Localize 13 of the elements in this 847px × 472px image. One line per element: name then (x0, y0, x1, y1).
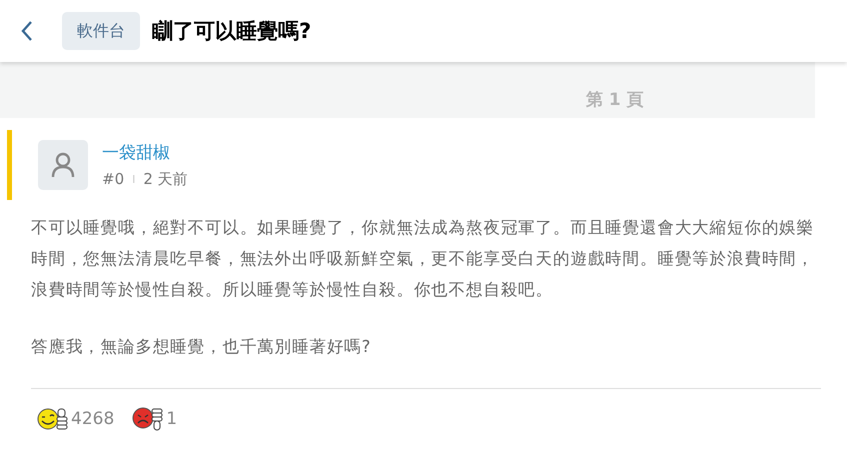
dislike-button[interactable]: 1 (132, 407, 178, 431)
page-label: 第 1 頁 (586, 89, 644, 111)
avatar-icon (38, 140, 88, 190)
post-number: #0 (102, 170, 124, 189)
thread-title: 瞓了可以睡覺嗎? (152, 18, 312, 45)
post-paragraph: 答應我，無論多想睡覺，也千萬別睡著好嗎? (31, 336, 372, 358)
smiley-thumb-up-icon (37, 407, 69, 431)
like-button[interactable]: 4268 (37, 407, 114, 431)
post-paragraph: 不可以睡覺哦，絕對不可以。如果睡覺了，你就無法成為熬夜冠軍了。而且睡覺還會大大縮短你的娛樂時間，您無法清晨吃早餐，無法外出呼吸新鮮空氣，更不能享受白天的遊戲時間。睡覺等於浪費時間，浪費時間等於慢性自殺。所以睡覺等於慢性自殺。你也不想自殺吧。 (31, 217, 815, 301)
author-link[interactable]: 一袋甜椒 (102, 141, 188, 164)
board-tag[interactable]: 軟件台 (62, 12, 140, 50)
post-time: 2 天前 (143, 170, 188, 189)
frown-thumb-down-icon (132, 407, 164, 431)
